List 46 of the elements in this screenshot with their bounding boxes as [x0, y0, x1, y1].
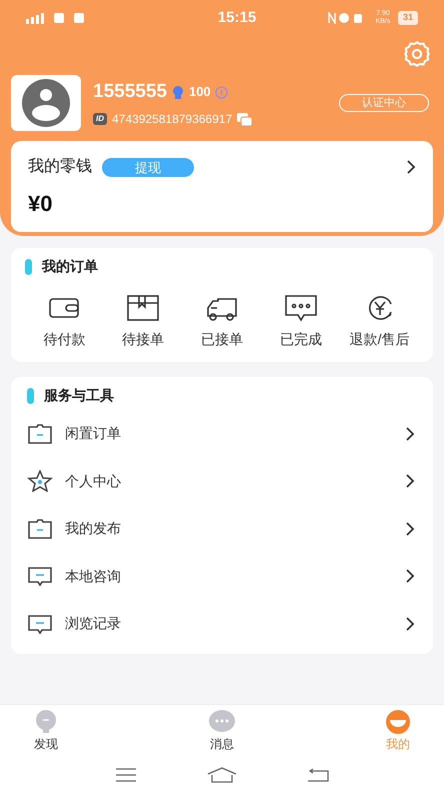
battery-level: 31 [398, 11, 418, 25]
points: 100 [188, 83, 211, 102]
tab[interactable]: 发现 [26, 709, 66, 756]
folder-icon [27, 422, 53, 445]
wallet-title: 我的零钱 [28, 156, 92, 177]
section-marker [25, 258, 32, 274]
chat-icon [208, 709, 236, 735]
menu-icon[interactable] [115, 768, 137, 782]
message-icon [27, 612, 53, 635]
section-title: 我的订单 [42, 257, 98, 276]
order-status-link[interactable]: 待接单 [122, 329, 164, 350]
avatar[interactable] [11, 75, 81, 131]
back-icon[interactable] [307, 768, 329, 782]
user-id: 474392581879366917 [112, 111, 232, 128]
order-status-link[interactable]: 已完成 [280, 329, 322, 350]
chevron-icon [405, 616, 415, 631]
menu-item[interactable]: 闲置订单 [27, 410, 417, 458]
avatar-icon [22, 79, 70, 127]
section-title: 服务与工具 [44, 386, 114, 405]
home-icon[interactable] [207, 767, 237, 783]
chevron-icon [405, 522, 415, 536]
order-status-link[interactable]: 已接单 [200, 329, 243, 350]
status-time: 15:15 [218, 8, 256, 28]
order-status-link[interactable]: 退款/售后 [350, 329, 410, 350]
chat-icon [282, 293, 319, 323]
chevron-icon [406, 160, 416, 174]
chevron-icon [405, 569, 415, 584]
folder-icon [27, 518, 53, 540]
tab[interactable]: 消息 [202, 709, 242, 756]
chevron-icon [405, 426, 415, 441]
wallet-amount: ¥0 [28, 190, 54, 218]
message-icon [27, 565, 53, 588]
section-marker [27, 388, 34, 404]
wallet-card[interactable]: 我的零钱 提现 ¥0 [11, 141, 433, 232]
menu-item[interactable]: 个人中心 [27, 458, 417, 505]
box-icon [125, 293, 162, 323]
star-icon [27, 470, 53, 492]
smile-icon [384, 709, 412, 735]
order-status-link[interactable]: 待付款 [43, 329, 86, 350]
id-badge: ID [93, 113, 107, 126]
user-name: 1555555 [93, 80, 167, 104]
menu-item[interactable]: 浏览记录 [27, 600, 417, 648]
menu-item[interactable]: 本地咨询 [27, 552, 417, 600]
medal-icon [170, 85, 185, 99]
chevron-icon [405, 474, 415, 488]
menu-item[interactable]: 我的发布 [27, 505, 417, 552]
